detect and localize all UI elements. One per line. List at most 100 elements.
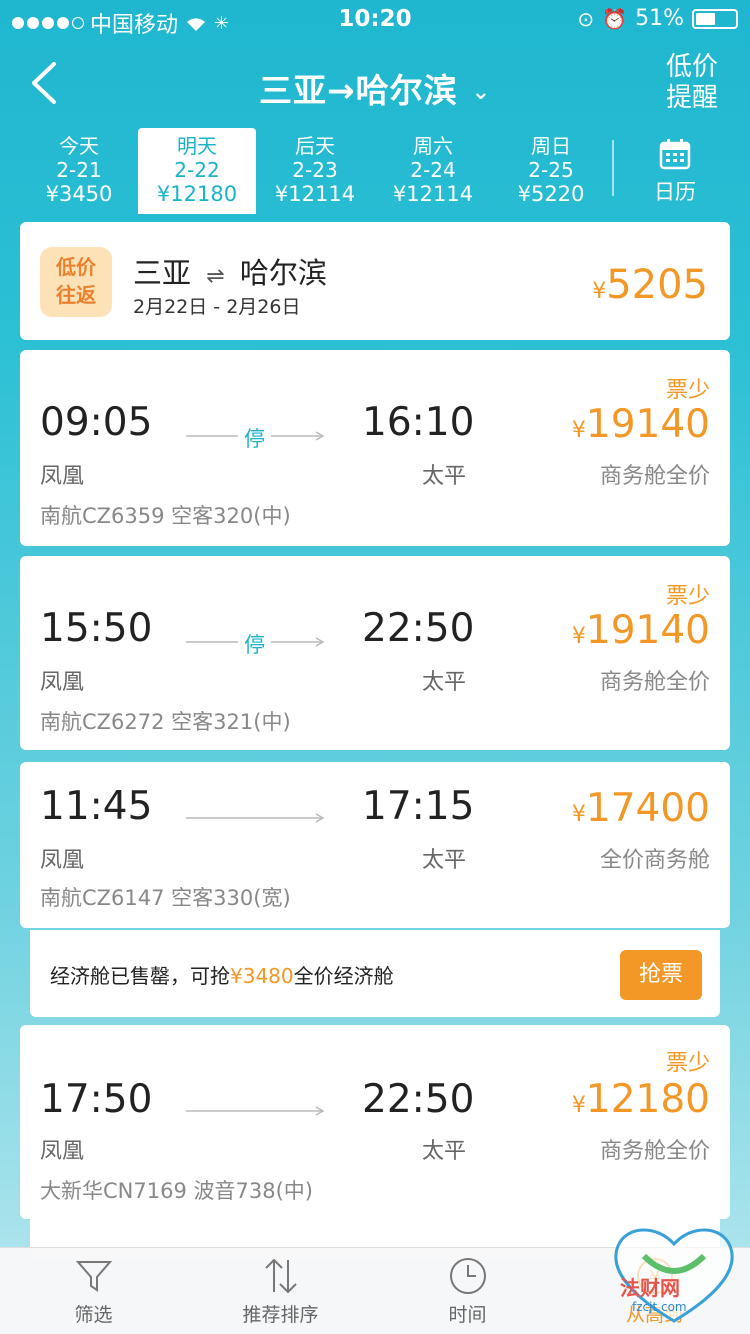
status-bar: 中国移动 ✳ 10:20 ⊙ ⏰ 51% — [0, 0, 750, 40]
flight-card[interactable]: 11:45 17:15 ¥17400 凤凰 太平 全价商务舱 南航CZ6147 … — [20, 762, 730, 928]
currency-symbol: ¥ — [571, 418, 586, 443]
round-trip-to: 哈尔滨 — [239, 256, 327, 290]
flight-price: ¥19140 — [572, 402, 710, 447]
date-tab-date: 2-22 — [174, 158, 220, 182]
round-trip-badge: 低价 往返 — [40, 247, 112, 317]
calendar-icon — [659, 139, 691, 170]
flight-info: 大新华CN7169 波音738(中) — [40, 1179, 313, 1203]
stopover-label: 停 — [238, 629, 271, 659]
date-tab-tomorrow[interactable]: 明天 2-22 ¥12180 — [138, 128, 256, 214]
tab-label: 时间 — [448, 1304, 487, 1326]
swap-arrows-icon: ⇌ — [206, 264, 225, 289]
date-tab-date: 2-23 — [292, 158, 338, 182]
alarm-icon: ⏰ — [602, 6, 628, 31]
date-tab-price: ¥5220 — [517, 182, 585, 206]
departure-time: 11:45 — [40, 784, 153, 829]
tab-time[interactable]: 时间 — [374, 1248, 561, 1334]
date-tab-date: 2-24 — [410, 158, 456, 182]
calendar-button[interactable]: 日历 — [616, 128, 734, 216]
flight-info: 南航CZ6147 空客330(宽) — [40, 886, 291, 910]
battery-icon — [692, 8, 738, 29]
divider — [612, 140, 614, 196]
price-alert-line2: 提醒 — [665, 83, 718, 113]
few-tickets-badge: 票少 — [665, 584, 710, 609]
flight-price: ¥19140 — [572, 608, 710, 653]
date-tab-day: 周六 — [413, 134, 453, 158]
currency-symbol: ¥ — [571, 1093, 586, 1118]
chevron-down-icon: ⌄ — [471, 80, 492, 105]
date-tab-day: 后天 — [295, 134, 335, 158]
price-value: 19140 — [585, 608, 710, 653]
round-trip-dates: 2月22日 - 2月26日 — [133, 296, 301, 318]
tab-label: 推荐排序 — [242, 1304, 319, 1326]
arrival-airport: 太平 — [422, 464, 467, 489]
date-tab-date: 2-25 — [528, 158, 574, 182]
clock-icon — [449, 1258, 486, 1294]
flight-card[interactable]: 票少 09:05 停 16:10 ¥19140 凤凰 太平 商务舱全价 南航CZ… — [20, 350, 730, 546]
arrival-airport: 太平 — [422, 848, 467, 873]
price-alert-line1: 低价 — [665, 52, 718, 82]
date-tab-date: 2-21 — [56, 158, 102, 182]
flight-info: 南航CZ6272 空客321(中) — [40, 710, 291, 734]
sold-out-before: 经济舱已售罄，可抢 — [50, 964, 230, 988]
route-label: 三亚→哈尔滨 — [258, 71, 458, 110]
departure-airport: 凤凰 — [40, 670, 85, 695]
round-trip-price: ¥5205 — [592, 262, 708, 308]
route-arrow — [186, 1106, 325, 1116]
watermark-logo: 法财网 fzcjt.com — [604, 1216, 744, 1326]
currency-symbol: ¥ — [571, 624, 586, 649]
arrival-time: 16:10 — [362, 400, 475, 445]
sold-out-strip: 经济舱已售罄，可抢¥3480全价经济舱 抢票 — [30, 930, 720, 1017]
calendar-label: 日历 — [654, 180, 696, 204]
watermark-text: 法财网 — [620, 1276, 680, 1300]
arrival-time: 17:15 — [362, 784, 475, 829]
date-tab-price: ¥12114 — [392, 182, 474, 206]
route-title[interactable]: 三亚→哈尔滨 ⌄ — [0, 64, 750, 112]
departure-airport: 凤凰 — [40, 1139, 85, 1164]
arrival-airport: 太平 — [422, 670, 467, 695]
date-tab-price: ¥12180 — [156, 182, 238, 206]
few-tickets-badge: 票少 — [665, 1051, 710, 1076]
date-tab-day: 周日 — [531, 134, 571, 158]
currency-symbol: ¥ — [592, 279, 607, 304]
cabin-class: 商务舱全价 — [599, 464, 710, 489]
price-alert-button[interactable]: 低价 提醒 — [666, 52, 718, 114]
price-value: 12180 — [585, 1077, 710, 1122]
date-tab-day-after[interactable]: 后天 2-23 ¥12114 — [256, 128, 374, 216]
rotation-lock-icon: ⊙ — [577, 6, 595, 31]
departure-time: 17:50 — [40, 1077, 153, 1122]
round-trip-from: 三亚 — [133, 256, 192, 290]
flight-card[interactable]: 票少 15:50 停 22:50 ¥19140 凤凰 太平 商务舱全价 南航CZ… — [20, 556, 730, 750]
price-value: 17400 — [585, 786, 710, 831]
tab-filter[interactable]: 筛选 — [0, 1248, 187, 1334]
departure-time: 09:05 — [40, 400, 153, 445]
currency-symbol: ¥ — [571, 802, 586, 827]
tab-sort[interactable]: 推荐排序 — [187, 1248, 374, 1334]
price-value: 19140 — [585, 402, 710, 447]
date-tab-saturday[interactable]: 周六 2-24 ¥12114 — [374, 128, 492, 216]
cabin-class: 全价商务舱 — [599, 848, 710, 873]
date-tab-price: ¥12114 — [274, 182, 356, 206]
header: 三亚→哈尔滨 ⌄ 低价 提醒 — [0, 44, 750, 128]
badge-line2: 往返 — [56, 283, 96, 307]
sold-out-after: 全价经济舱 — [293, 964, 394, 988]
date-tab-day: 今天 — [59, 134, 99, 158]
few-tickets-badge: 票少 — [665, 378, 710, 403]
sort-icon — [264, 1258, 297, 1294]
badge-line1: 低价 — [56, 255, 96, 279]
cabin-class: 商务舱全价 — [599, 670, 710, 695]
grab-ticket-button[interactable]: 抢票 — [620, 950, 702, 1000]
round-trip-card[interactable]: 低价 往返 三亚 ⇌ 哈尔滨 2月22日 - 2月26日 ¥5205 — [20, 222, 730, 340]
flight-card[interactable]: 票少 17:50 22:50 ¥12180 凤凰 太平 商务舱全价 大新华CN7… — [20, 1025, 730, 1219]
flight-price: ¥12180 — [572, 1077, 710, 1122]
flight-price: ¥17400 — [572, 786, 710, 831]
departure-time: 15:50 — [40, 606, 153, 651]
date-tab-today[interactable]: 今天 2-21 ¥3450 — [20, 128, 138, 216]
date-tab-day: 明天 — [177, 134, 217, 158]
date-tab-price: ¥3450 — [45, 182, 113, 206]
date-tab-sunday[interactable]: 周日 2-25 ¥5220 — [492, 128, 610, 216]
tab-label: 筛选 — [74, 1304, 113, 1326]
departure-airport: 凤凰 — [40, 464, 85, 489]
departure-airport: 凤凰 — [40, 848, 85, 873]
cabin-class: 商务舱全价 — [599, 1139, 710, 1164]
